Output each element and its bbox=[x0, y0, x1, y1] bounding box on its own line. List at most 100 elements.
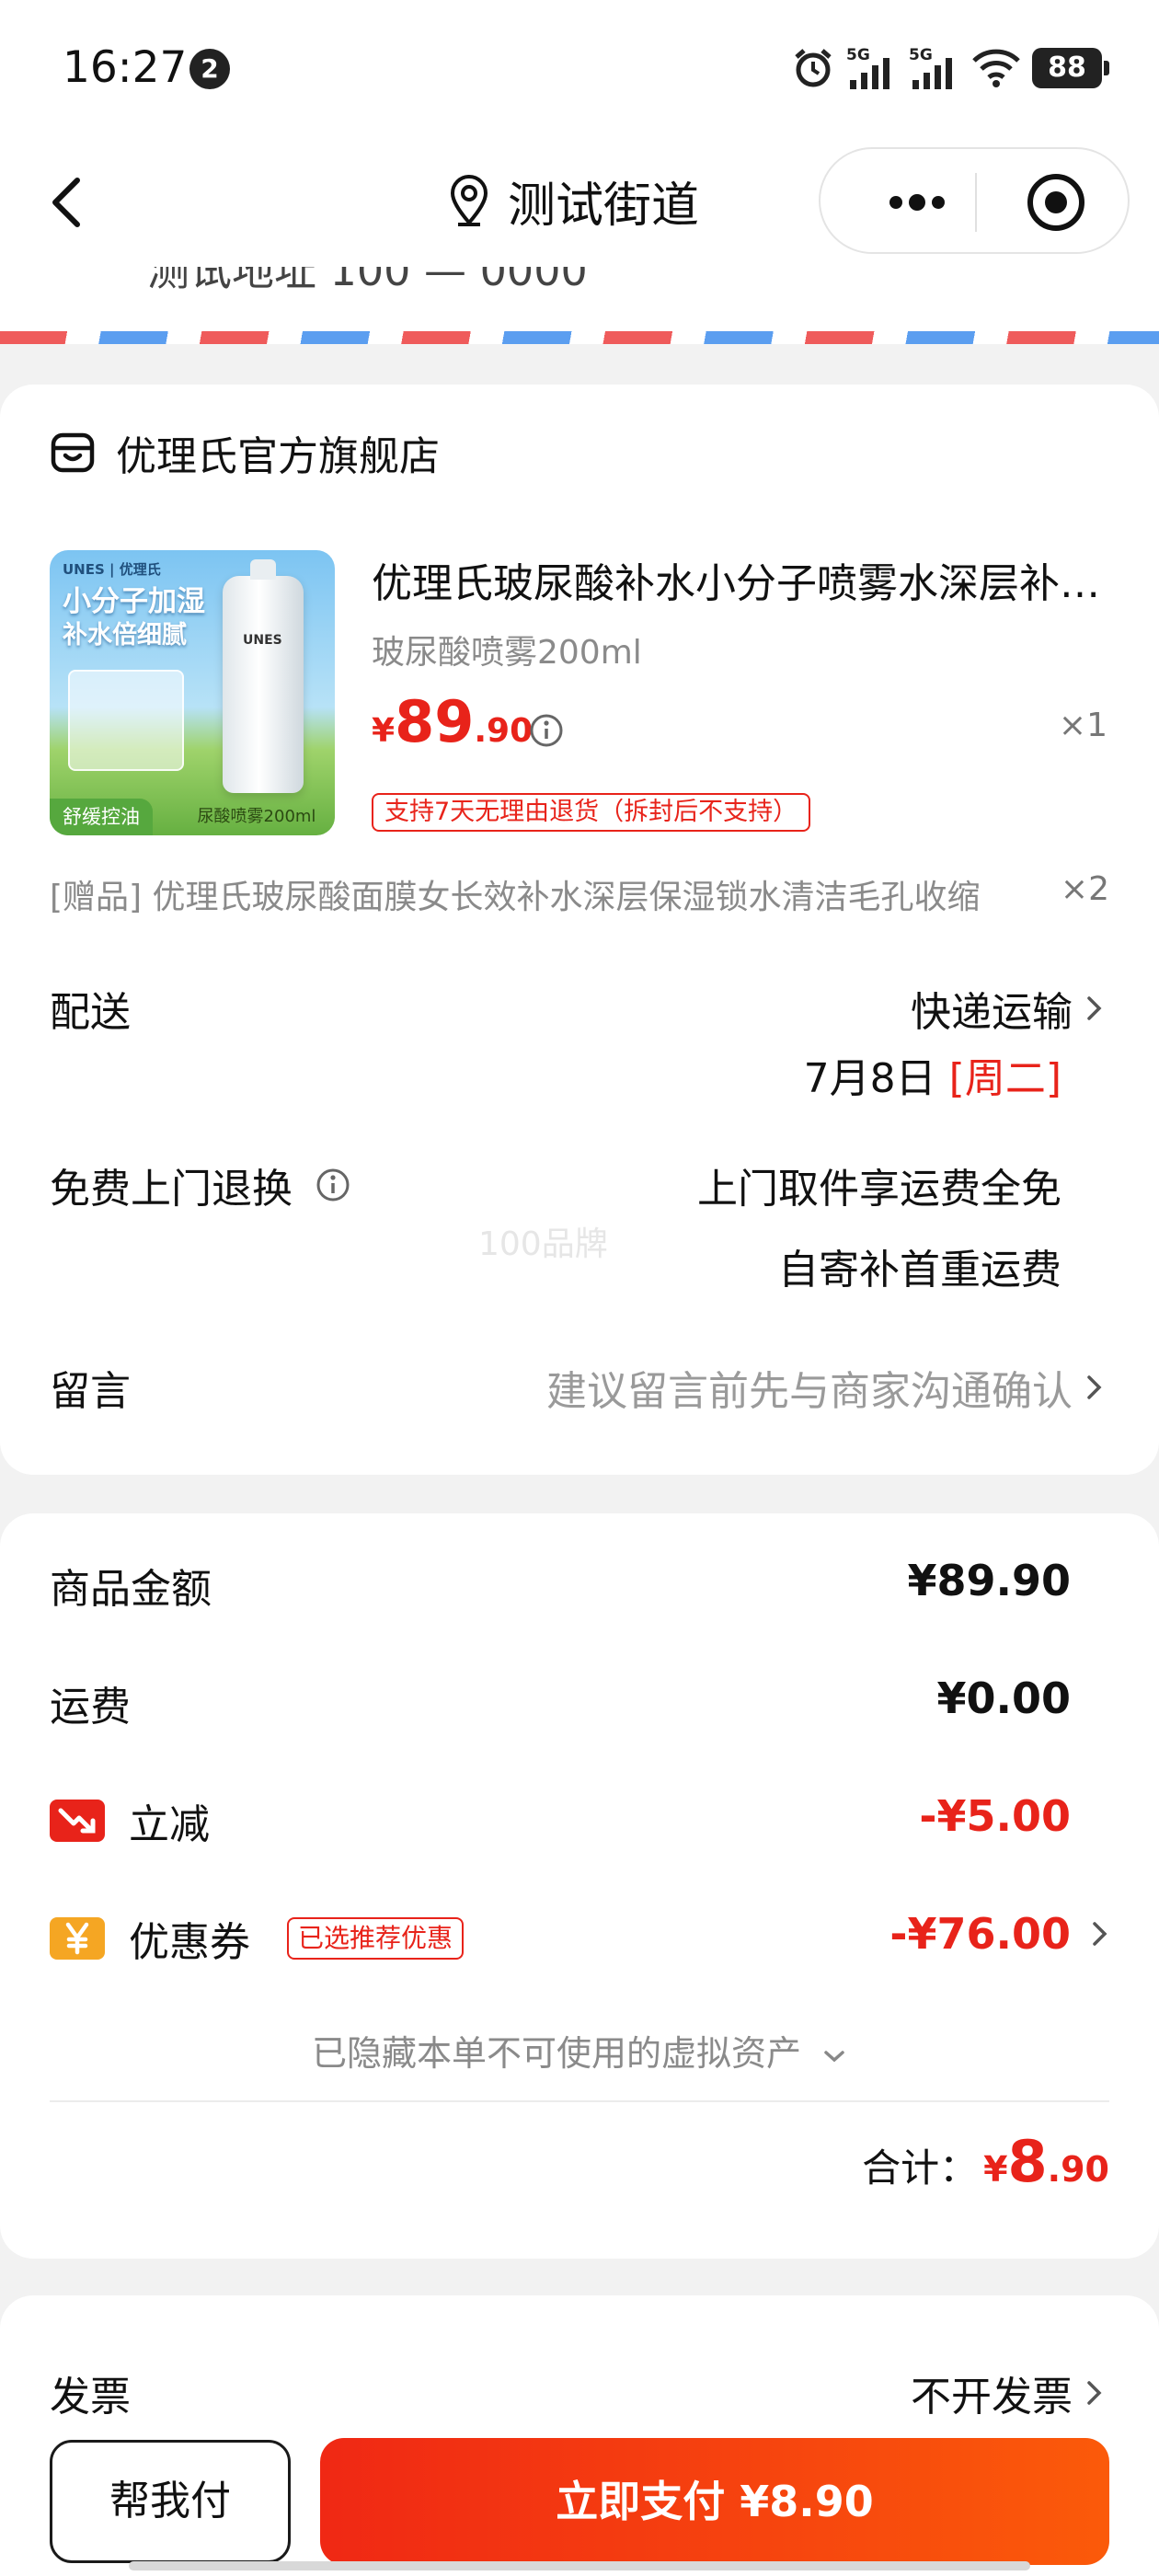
total-currency: ¥ bbox=[983, 2149, 1008, 2190]
message-input[interactable]: 建议留言前先与商家沟通确认 bbox=[546, 1358, 1104, 1417]
product-thumbnail[interactable]: UNES | 优理氏 小分子加湿 补水倍细腻 UNES 舒缓控油 尿酸喷雾200… bbox=[50, 550, 335, 835]
thumbnail-bottle-label: UNES bbox=[243, 633, 282, 648]
chevron-right-icon bbox=[1093, 1922, 1107, 1946]
more-dots-icon bbox=[889, 194, 945, 211]
help-me-pay-button[interactable]: 帮我付 bbox=[50, 2440, 291, 2563]
coupon-value: -¥76.00 bbox=[889, 1909, 1071, 1959]
store-name: 优理氏官方旗舰店 bbox=[116, 433, 440, 480]
total-decimal: .90 bbox=[1047, 2149, 1109, 2190]
thumbnail-headline-1: 小分子加湿 bbox=[63, 585, 205, 618]
goods-amount-value: ¥89.90 bbox=[907, 1556, 1071, 1605]
shipping-row: 运费 ¥0.00 bbox=[50, 1673, 1071, 1738]
coupon-label-group: 优惠券 已选推荐优惠 bbox=[50, 1909, 465, 1968]
return-policy-tag: 支持7天无理由退货（拆封后不支持） bbox=[372, 793, 811, 832]
product-title[interactable]: 优理氏玻尿酸补水小分子喷雾水深层补水保湿 bbox=[372, 550, 1107, 609]
instant-discount-value: -¥5.00 bbox=[919, 1791, 1071, 1841]
store-icon bbox=[51, 432, 95, 473]
invoice-value: 不开发票 bbox=[911, 2374, 1073, 2421]
total-label: 合计： bbox=[862, 2145, 979, 2191]
svg-text:5G: 5G bbox=[909, 46, 933, 64]
product-spec: 玻尿酸喷雾200ml bbox=[372, 634, 642, 672]
close-miniprogram-button[interactable] bbox=[1025, 171, 1087, 234]
chevron-down-icon bbox=[824, 2050, 844, 2062]
delivery-label: 配送 bbox=[50, 989, 131, 1036]
nav-title: 测试街道 bbox=[508, 178, 700, 234]
chevron-left-icon bbox=[52, 178, 80, 227]
delivery-date: 7月8日 [周二] bbox=[804, 1045, 1061, 1104]
notification-badge: 2 bbox=[189, 49, 230, 89]
message-placeholder: 建议留言前先与商家沟通确认 bbox=[546, 1368, 1073, 1415]
chevron-right-icon bbox=[1087, 1375, 1102, 1399]
store-card: 优理氏官方旗舰店 UNES | 优理氏 小分子加湿 补水倍细腻 UNES 舒缓控… bbox=[0, 385, 1159, 1475]
price-integer: 89 bbox=[395, 688, 475, 755]
coupon-row[interactable]: 优惠券 已选推荐优惠 -¥76.00 bbox=[50, 1909, 1107, 1973]
instant-discount-label: 立减 bbox=[129, 1801, 210, 1848]
svg-text:5G: 5G bbox=[846, 46, 870, 64]
pay-now-button[interactable]: 立即支付 ¥8.90 bbox=[320, 2438, 1109, 2565]
back-button[interactable] bbox=[35, 166, 109, 239]
goods-amount-label: 商品金额 bbox=[50, 1566, 212, 1613]
summary-divider bbox=[50, 2100, 1109, 2102]
delivery-weekday: [周二] bbox=[948, 1055, 1061, 1102]
total-row: 合计： ¥ 8 .90 bbox=[862, 2128, 1109, 2195]
invoice-label: 发票 bbox=[50, 2374, 131, 2421]
product-price: ¥ 89 .90 bbox=[372, 688, 533, 755]
nav-location[interactable]: 测试街道 bbox=[449, 164, 699, 237]
delivery-method-selector[interactable]: 快递运输 bbox=[911, 979, 1104, 1038]
free-return-option-self-send: 自寄补首重运费 bbox=[778, 1247, 1061, 1294]
address-section[interactable]: 测试地址 100 — 0000 bbox=[0, 267, 1159, 337]
capsule-divider bbox=[975, 173, 977, 232]
message-label: 留言 bbox=[50, 1368, 131, 1415]
wifi-icon bbox=[972, 49, 1020, 87]
thumbnail-headline-2: 补水倍细腻 bbox=[63, 621, 187, 650]
invoice-selector[interactable]: 不开发票 bbox=[911, 2363, 1104, 2422]
thumbnail-bottle bbox=[223, 559, 304, 793]
chevron-right-icon bbox=[1087, 2381, 1102, 2405]
home-indicator[interactable] bbox=[129, 2561, 1030, 2570]
status-bar: 16:27 2 5G 5G 88 bbox=[0, 0, 1159, 138]
price-info-icon[interactable] bbox=[528, 712, 565, 749]
coupon-label: 优惠券 bbox=[129, 1919, 250, 1966]
total-integer: 8 bbox=[1007, 2128, 1048, 2195]
product-quantity: ×1 bbox=[1058, 707, 1107, 744]
address-text: 测试地址 100 — 0000 bbox=[147, 267, 588, 295]
bottom-action-bar: 帮我付 立即支付 ¥8.90 bbox=[0, 2420, 1159, 2576]
coupon-yen-icon bbox=[50, 1917, 105, 1960]
thumbnail-tag-right: 尿酸喷雾200ml bbox=[197, 807, 316, 826]
signal-5g-icon: 5G bbox=[846, 46, 889, 89]
status-time: 16:27 bbox=[63, 42, 188, 93]
gift-item: [赠品] 优理氏玻尿酸面膜女长效补水深层保湿锁水清洁毛孔收缩 ×2 bbox=[50, 870, 1109, 918]
watermark-text: 100品牌 bbox=[478, 1225, 608, 1263]
thumbnail-brand: UNES | 优理氏 bbox=[63, 561, 161, 578]
shipping-label: 运费 bbox=[50, 1684, 131, 1731]
location-pin-icon bbox=[450, 175, 488, 226]
battery-indicator: 88 bbox=[1032, 48, 1109, 88]
gift-quantity: ×2 bbox=[1060, 870, 1109, 908]
free-return-label: 免费上门退换 bbox=[50, 1166, 293, 1213]
more-button[interactable] bbox=[866, 177, 968, 228]
free-return-option-pickup: 上门取件享运费全免 bbox=[697, 1166, 1061, 1213]
signal-5g-icon-2: 5G bbox=[909, 46, 952, 89]
shipping-value: ¥0.00 bbox=[936, 1673, 1071, 1723]
hidden-assets-toggle[interactable]: 已隐藏本单不可使用的虚拟资产 bbox=[0, 2025, 1159, 2076]
airmail-stripe bbox=[0, 331, 1159, 344]
gift-text: [赠品] 优理氏玻尿酸面膜女长效补水深层保湿锁水清洁毛孔收缩 bbox=[50, 879, 981, 916]
instant-discount-row: 立减 -¥5.00 bbox=[50, 1791, 1071, 1856]
price-currency: ¥ bbox=[372, 712, 396, 750]
status-icons: 5G 5G 88 bbox=[791, 42, 1109, 94]
goods-amount-row: 商品金额 ¥89.90 bbox=[50, 1556, 1071, 1620]
store-header[interactable]: 优理氏官方旗舰店 bbox=[50, 423, 440, 482]
hidden-assets-text: 已隐藏本单不可使用的虚拟资产 bbox=[311, 2033, 801, 2074]
thumbnail-tag-left: 舒缓控油 bbox=[50, 799, 153, 835]
miniprogram-capsule bbox=[819, 147, 1130, 254]
info-icon[interactable] bbox=[315, 1167, 351, 1203]
chevron-right-icon bbox=[1087, 996, 1102, 1020]
price-drop-icon bbox=[50, 1800, 105, 1842]
price-decimal: .90 bbox=[474, 712, 534, 750]
thumbnail-mask-boxes bbox=[68, 670, 184, 771]
free-return-row: 免费上门退换 bbox=[50, 1156, 351, 1214]
coupon-recommended-tag: 已选推荐优惠 bbox=[287, 1917, 465, 1960]
alarm-icon bbox=[795, 49, 832, 87]
delivery-method: 快递运输 bbox=[911, 989, 1073, 1036]
price-summary-card: 商品金额 ¥89.90 运费 ¥0.00 立减 -¥5.00 优惠券 已选推荐优… bbox=[0, 1513, 1159, 2259]
